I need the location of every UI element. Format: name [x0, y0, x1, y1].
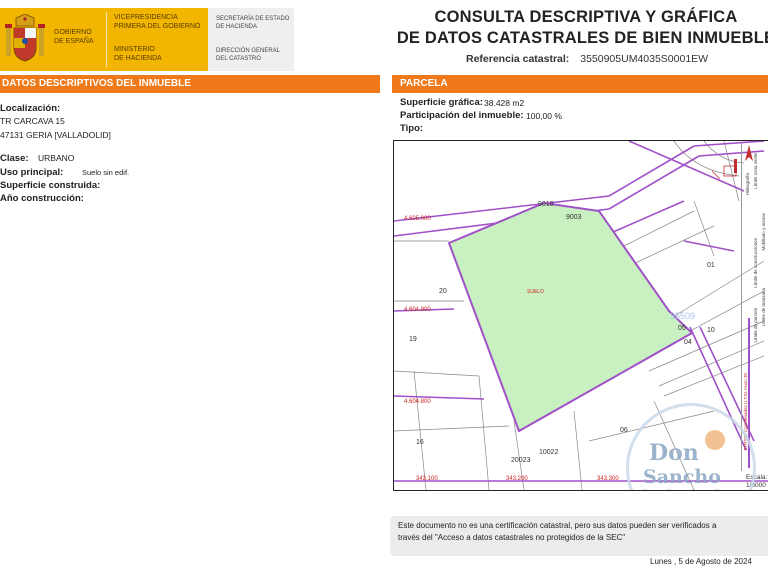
cadastral-map[interactable]: SUELO 9010 9003 01 20 19 16 06 05 04 10 …	[393, 140, 768, 491]
vice-line-2: PRIMERA DEL GOBIERNO	[114, 23, 201, 30]
reference-row: Referencia catastral: 3550905UM4035S0001…	[466, 53, 708, 65]
notice-box: Este documento no es una certificación c…	[390, 516, 768, 556]
built-area-label: Superficie construida:	[0, 180, 101, 191]
location-line-1: TR CARCAVA 15	[0, 116, 65, 126]
legend-item-green-zone: Límite zona verde	[753, 153, 758, 189]
main-use-label: Uso principal:	[0, 167, 64, 178]
type-label: Tipo:	[400, 123, 424, 134]
parcel-use-label: SUELO	[527, 289, 544, 295]
location-label: Localización:	[0, 103, 61, 114]
map-label-19: 19	[409, 336, 417, 343]
reference-value: 3550905UM4035S0001EW	[580, 53, 709, 65]
watermark-line-2: Sancho	[643, 466, 721, 488]
map-label-20: 20	[439, 288, 447, 295]
map-label-01: 01	[707, 262, 715, 269]
legend-item-buildings: Límite de construcciones	[753, 238, 758, 288]
parcel-bar: PARCELA	[392, 75, 768, 93]
map-label-06: 06	[620, 427, 628, 434]
graphic-area-value: 38.428 m2	[484, 98, 525, 108]
map-label-35509: 35509	[670, 311, 696, 321]
map-label-9010: 9010	[538, 201, 554, 208]
document-title-line-2: DE DATOS CATASTRALES DE BIEN INMUEBLE	[396, 29, 768, 47]
class-label: Clase:	[0, 153, 29, 164]
coord-y-1: 4.605.000	[404, 216, 431, 222]
notice-line-2: través del "Acceso a datos catastrales n…	[398, 533, 626, 542]
sun-icon	[705, 430, 725, 450]
map-legend: Hidrografía Límite zona verde Mobiliario…	[741, 143, 768, 471]
construction-year-label: Año construcción:	[0, 193, 84, 204]
waves-icon	[642, 489, 720, 490]
watermark-line-1: Don	[649, 440, 699, 466]
coat-of-arms-icon	[5, 14, 45, 62]
class-value: URBANO	[38, 153, 75, 163]
map-label-10022: 10022	[539, 449, 559, 456]
legend-item-furniture: Mobiliario y aceras	[761, 213, 766, 251]
map-label-10: 10	[707, 327, 715, 334]
coord-x-1: 343.100	[416, 476, 438, 482]
document-date: Lunes , 5 de Agosto de 2024	[650, 557, 752, 566]
ministry-line-2: DE HACIENDA	[114, 55, 162, 62]
map-label-9003: 9003	[566, 214, 582, 221]
coord-x-2: 343.200	[506, 476, 528, 482]
ministry-line-1: MINISTERIO	[114, 46, 155, 53]
gov-line-2: DE ESPAÑA	[54, 38, 94, 45]
gov-line-1: GOBIERNO	[54, 29, 92, 36]
legend-item-parcel: Límite de parcela	[753, 308, 758, 343]
map-label-04: 04	[684, 339, 692, 346]
map-label-20023: 20023	[511, 457, 531, 464]
government-logo-block: GOBIERNO DE ESPAÑA VICEPRESIDENCIA PRIME…	[0, 8, 294, 71]
vice-line-1: VICEPRESIDENCIA	[114, 14, 178, 21]
legend-item-block: Límite de manzana	[761, 288, 766, 327]
directorate-line-2: DEL CATASTRO	[216, 56, 261, 62]
coord-y-3: 4.604.800	[404, 399, 431, 405]
map-label-05: 05	[678, 325, 686, 332]
notice-line-1: Este documento no es una certificación c…	[398, 521, 717, 530]
main-use-value: Suelo sin edif.	[82, 168, 130, 177]
secretary-line-2: DE HACIENDA	[216, 24, 258, 30]
coord-y-2: 4.604.900	[404, 307, 431, 313]
coord-x-3: 343.300	[597, 476, 619, 482]
legend-item-hydrography: Hidrografía	[745, 173, 750, 196]
document-title-line-1: CONSULTA DESCRIPTIVA Y GRÁFICA	[434, 8, 738, 26]
participation-label: Participación del inmueble:	[400, 110, 524, 121]
descriptive-data-bar: DATOS DESCRIPTIVOS DEL INMUEBLE	[0, 75, 380, 93]
reference-label: Referencia catastral:	[466, 53, 570, 65]
graphic-area-label: Superficie gráfica:	[400, 97, 483, 108]
map-label-16: 16	[416, 439, 424, 446]
location-line-2: 47131 GERIA [VALLADOLID]	[0, 130, 111, 140]
participation-value: 100,00 %	[526, 111, 562, 121]
